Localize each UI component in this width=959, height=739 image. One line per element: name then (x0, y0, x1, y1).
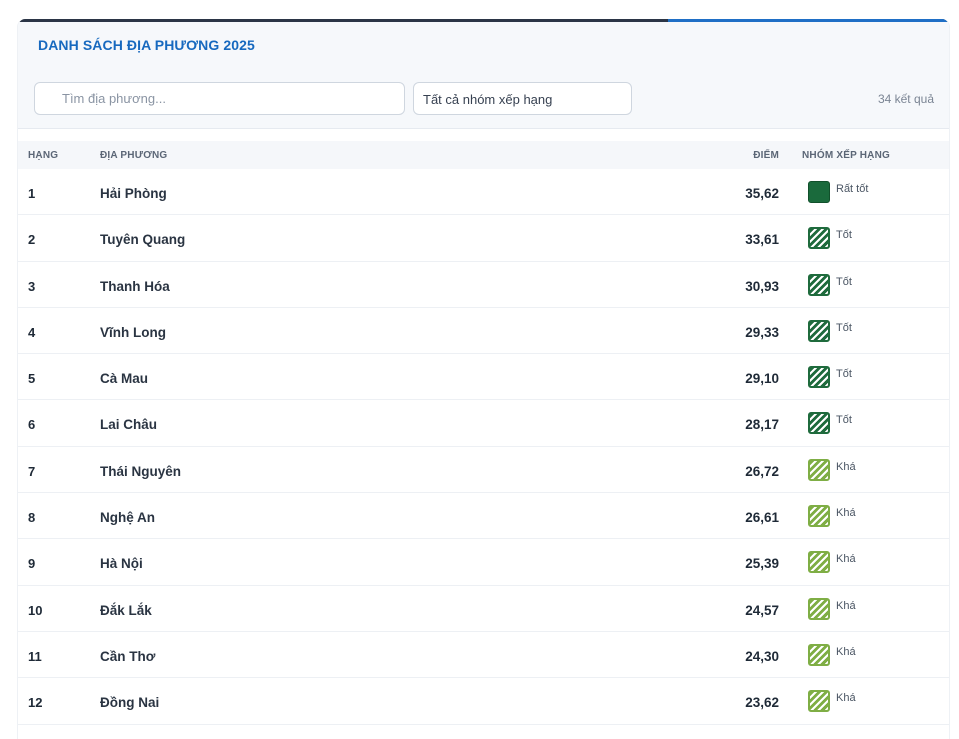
column-header-rank[interactable]: HẠNG (28, 150, 58, 161)
group-filter-select[interactable]: Tất cả nhóm xếp hạng (413, 82, 632, 115)
rating-badge-icon (808, 412, 830, 435)
rating-badge-icon (808, 690, 830, 713)
rating-badge-icon (808, 366, 830, 389)
result-count: 34 kết quả (877, 92, 934, 106)
row-rating-group: Khá (836, 692, 856, 705)
row-score: 30,93 (745, 278, 779, 294)
row-locality-name: Thanh Hóa (100, 278, 170, 294)
rating-badge-icon (808, 319, 830, 342)
row-rank: 8 (28, 510, 36, 526)
search-input[interactable] (34, 82, 405, 115)
table-row[interactable]: 8 Nghệ An 26,61 Khá (18, 493, 949, 540)
table-row[interactable]: 12 Đồng Nai 23,62 Khá (18, 678, 949, 725)
row-rank: 12 (28, 695, 43, 711)
row-rating-group: Tốt (836, 321, 852, 334)
row-score: 26,72 (745, 463, 779, 479)
column-header-name[interactable]: ĐỊA PHƯƠNG (100, 150, 167, 161)
row-rank: 7 (28, 463, 36, 479)
table-row[interactable]: 10 Đắk Lắk 24,57 Khá (18, 586, 949, 632)
row-locality-name: Cà Mau (100, 371, 149, 387)
column-header-score[interactable]: ĐIỂM (753, 150, 779, 161)
row-locality-name: Cần Thơ (100, 648, 156, 664)
row-rank: 1 (28, 186, 36, 201)
rating-badge-icon (808, 227, 830, 250)
row-score: 33,61 (745, 232, 779, 248)
card-header: DANH SÁCH ĐỊA PHƯƠNG 2025 (18, 22, 949, 69)
row-rating-group: Tốt (836, 368, 852, 381)
table-row[interactable]: 2 Tuyên Quang 33,61 Tốt (18, 215, 949, 262)
table-row[interactable]: 11 Cần Thơ 24,30 Khá (18, 632, 949, 679)
ranking-card: DANH SÁCH ĐỊA PHƯƠNG 2025 Tất cả nhóm xế… (17, 19, 950, 739)
table-row[interactable]: 4 Vĩnh Long 29,33 Tốt (18, 308, 949, 355)
row-rating-group: Khá (836, 599, 856, 612)
row-score: 24,57 (745, 602, 779, 618)
row-locality-name: Nghệ An (100, 510, 155, 526)
rating-badge-icon (808, 505, 830, 528)
table-row[interactable]: 1 Hải Phòng 35,62 Rất tốt (18, 169, 949, 216)
table-header: HẠNG ĐỊA PHƯƠNG ĐIỂM NHÓM XẾP HẠNG (18, 141, 949, 169)
row-rating-group: Khá (836, 507, 856, 520)
table-row[interactable]: 7 Thái Nguyên 26,72 Khá (18, 447, 949, 494)
row-score: 35,62 (745, 186, 779, 201)
row-locality-name: Đồng Nai (100, 695, 160, 711)
row-locality-name: Vĩnh Long (100, 324, 166, 340)
row-locality-name: Thái Nguyên (100, 463, 182, 479)
filter-bar: Tất cả nhóm xếp hạng 34 kết quả (18, 69, 949, 129)
rating-badge-icon (808, 181, 830, 203)
row-locality-name: Tuyên Quang (100, 232, 186, 248)
row-rank: 2 (28, 232, 36, 248)
column-header-group[interactable]: NHÓM XẾP HẠNG (802, 150, 890, 161)
row-rank: 10 (28, 602, 43, 618)
row-score: 26,61 (745, 510, 779, 526)
row-rating-group: Khá (836, 645, 856, 658)
row-rank: 9 (28, 556, 36, 572)
row-rating-group: Tốt (836, 275, 852, 288)
rating-badge-icon (808, 551, 830, 574)
row-rank: 3 (28, 278, 36, 294)
row-locality-name: Lai Châu (100, 417, 158, 433)
row-locality-name: Đắk Lắk (100, 602, 152, 618)
row-score: 25,39 (745, 556, 779, 572)
table-body: 1 Hải Phòng 35,62 Rất tốt 2 Tuyên Quang 33,61 T… (18, 169, 949, 725)
row-score: 28,17 (745, 417, 779, 433)
row-rating-group: Tốt (836, 229, 852, 242)
rating-badge-icon (808, 458, 830, 481)
row-locality-name: Hải Phòng (100, 186, 167, 201)
row-score: 24,30 (745, 648, 779, 664)
rating-badge-icon (808, 643, 830, 666)
row-score: 29,10 (745, 371, 779, 387)
row-score: 29,33 (745, 324, 779, 340)
row-rating-group: Tốt (836, 414, 852, 427)
row-rating-group: Rất tốt (836, 183, 869, 195)
row-rating-group: Khá (836, 460, 856, 473)
row-locality-name: Hà Nội (100, 556, 143, 572)
row-rank: 4 (28, 324, 36, 340)
row-rank: 6 (28, 417, 36, 433)
table-row[interactable]: 3 Thanh Hóa 30,93 Tốt (18, 262, 949, 308)
table-row[interactable]: 9 Hà Nội 25,39 Khá (18, 539, 949, 586)
rating-badge-icon (808, 273, 830, 296)
table-row[interactable]: 6 Lai Châu 28,17 Tốt (18, 400, 949, 447)
row-rating-group: Khá (836, 553, 856, 566)
row-score: 23,62 (745, 695, 779, 711)
rating-badge-icon (808, 597, 830, 620)
page-title: DANH SÁCH ĐỊA PHƯƠNG 2025 (38, 37, 255, 53)
row-rank: 11 (28, 648, 42, 664)
table-row[interactable]: 5 Cà Mau 29,10 Tốt (18, 354, 949, 401)
row-rank: 5 (28, 371, 36, 387)
